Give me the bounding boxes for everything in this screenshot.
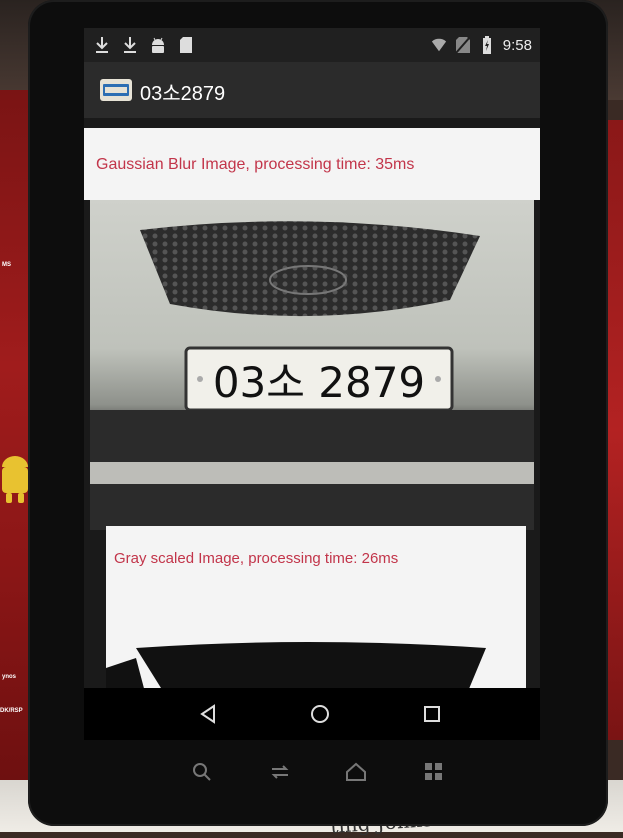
gaussian-caption: Gaussian Blur Image, processing time: 35… — [96, 156, 415, 173]
search-icon[interactable] — [190, 760, 214, 784]
download-icon — [124, 37, 136, 53]
back-icon[interactable] — [194, 700, 222, 728]
tablet-screen: 9:58 03소2879 Gaussian Blur Image, proces… — [84, 28, 540, 740]
license-plate-text: 03소 2879 — [213, 358, 425, 407]
recents-icon[interactable] — [418, 700, 446, 728]
app-title: 03소2879 — [140, 83, 226, 105]
wifi-icon — [431, 38, 446, 52]
home-icon[interactable] — [306, 700, 334, 728]
home-outline-icon[interactable] — [344, 760, 368, 784]
rotate-icon[interactable] — [268, 760, 292, 784]
gray-scale-caption: Gray scaled Image, processing time: 26ms — [114, 550, 399, 567]
gaussian-panel: Gaussian Blur Image, processing time: 35… — [84, 128, 540, 200]
hardware-button-row — [28, 756, 608, 792]
battery-charging-icon — [482, 36, 491, 54]
main-content: Gaussian Blur Image, processing time: 35… — [84, 118, 540, 718]
sd-card-icon — [180, 37, 192, 53]
grid-icon[interactable] — [422, 760, 446, 784]
app-bar: 03소2879 — [84, 62, 540, 118]
download-icon — [96, 37, 108, 53]
no-sim-icon — [455, 36, 471, 54]
board-label: ynos — [2, 674, 17, 680]
board-label: MS — [2, 262, 11, 268]
license-plate-icon — [100, 79, 132, 101]
android-icon — [152, 37, 164, 53]
board-label: DK/RSP — [0, 708, 23, 714]
navigation-bar — [84, 688, 540, 740]
status-bar: 9:58 — [84, 28, 540, 62]
status-clock: 9:58 — [502, 36, 532, 54]
gaussian-blur-image: 03소 2879 — [90, 200, 534, 530]
gray-scaled-image — [106, 618, 526, 696]
